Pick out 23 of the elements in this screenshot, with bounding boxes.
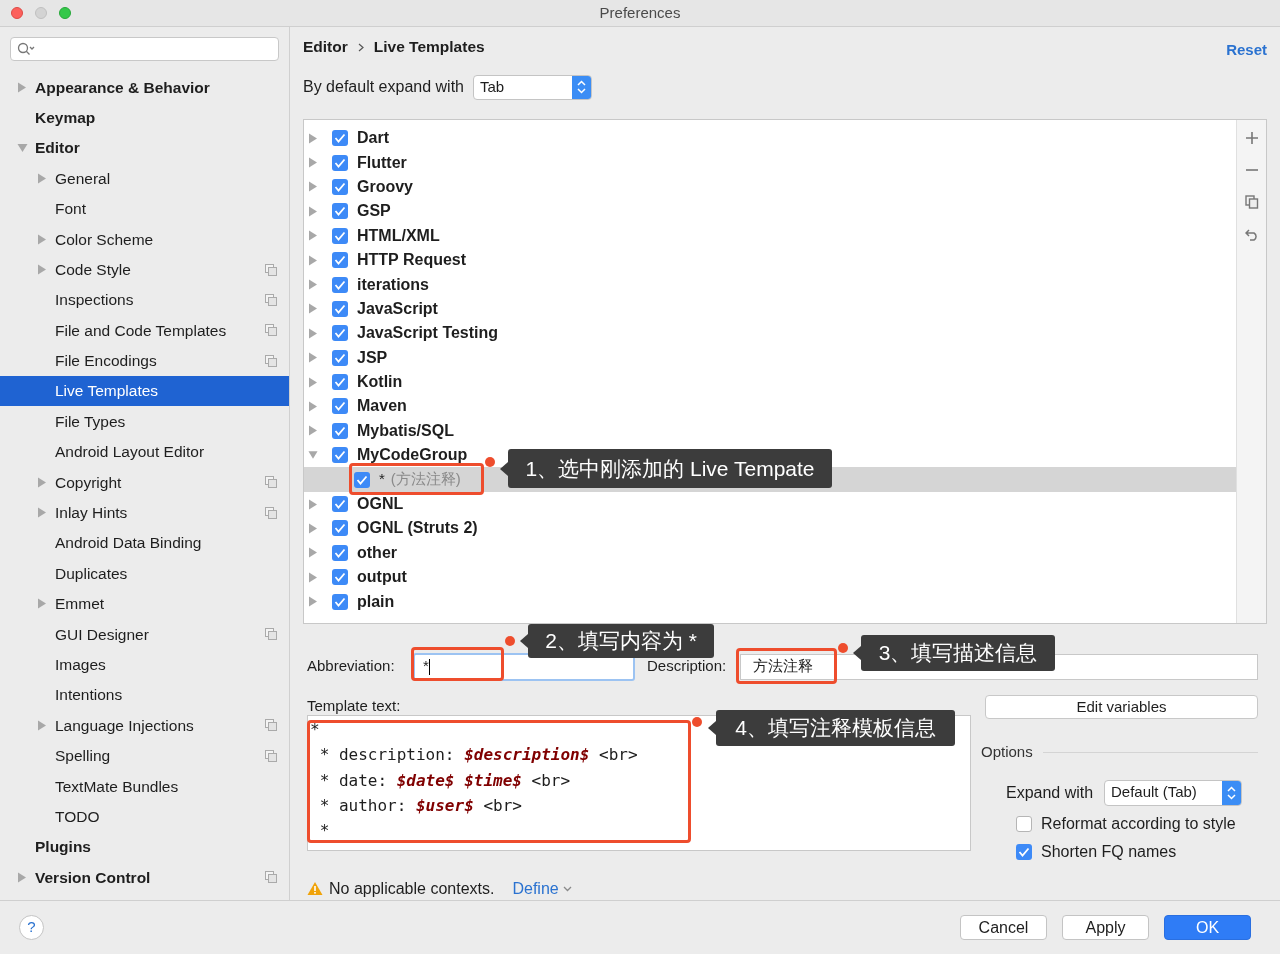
checkbox-label: Reformat according to style — [1041, 813, 1236, 834]
template-description: (方法注释) — [390, 469, 461, 490]
template-text-label: Template text: — [307, 696, 402, 715]
annotation-tooltip: 1、选中刚添加的 Live Tempate — [500, 449, 832, 488]
abbreviation-label: Abbreviation: — [307, 656, 396, 677]
annotation-tooltip: 3、填写描述信息 — [853, 635, 1055, 671]
expand-label: By default expand with — [303, 77, 464, 97]
code-line: * — [310, 719, 320, 741]
code-line: * — [318, 820, 330, 843]
checkbox-label: Shorten FQ names — [1041, 841, 1177, 862]
annotation-tooltip: 2、填写内容为 * — [520, 624, 714, 658]
options-heading: Options — [981, 742, 1033, 762]
code-line: * date: $date$ $time$ <br> — [318, 769, 571, 792]
annotation-tooltip: 4、填写注释模板信息 — [708, 710, 955, 746]
template-abbreviation: * — [379, 469, 385, 490]
warning-text: No applicable contexts. — [329, 878, 495, 899]
expand-with-label: Expand with — [1006, 782, 1095, 803]
window-title: Preferences — [599, 2, 681, 23]
code-line: * description: $description$ <br> — [318, 744, 638, 767]
code-line: * author: $user$ <br> — [318, 794, 522, 817]
breadcrumb-item: Editor — [303, 37, 348, 58]
breadcrumb-item: Live Templates — [373, 37, 485, 58]
description-label: Description: — [647, 656, 728, 677]
